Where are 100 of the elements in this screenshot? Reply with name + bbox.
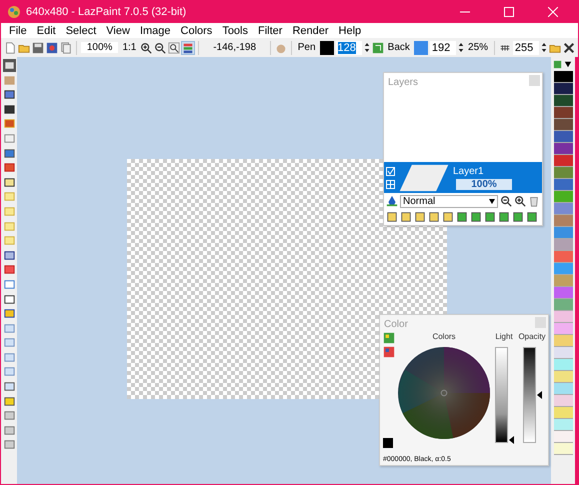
palette-swatch[interactable] (554, 95, 572, 107)
layer-tool-icon[interactable] (512, 211, 524, 223)
palette-swatch[interactable] (554, 119, 572, 131)
palette-swatch[interactable] (554, 71, 572, 83)
tool-icon[interactable] (2, 380, 16, 394)
layer-tool-icon[interactable] (386, 211, 398, 223)
palette-swatch[interactable] (554, 143, 572, 155)
layer-tool-icon[interactable] (470, 211, 482, 223)
palette-swatch[interactable] (554, 179, 572, 191)
palette-swatch[interactable] (554, 251, 572, 263)
palette-swatch[interactable] (554, 383, 572, 395)
tool-icon[interactable] (2, 307, 16, 320)
tool-icon[interactable] (2, 292, 16, 306)
palette-swatch[interactable] (554, 131, 572, 143)
palette-swatch[interactable] (554, 263, 572, 275)
tool-icon[interactable] (2, 263, 16, 276)
palette-swatch[interactable] (554, 323, 572, 335)
zoom-out-icon[interactable] (154, 42, 166, 54)
layer-tool-icon[interactable] (456, 211, 468, 223)
layer-opacity[interactable]: 100% (456, 178, 512, 190)
pen-color-swatch[interactable] (320, 40, 334, 54)
palette-swatch[interactable] (554, 191, 572, 203)
menu-item[interactable]: Tools (217, 24, 253, 36)
palette-swatch[interactable] (554, 335, 572, 347)
new-file-icon[interactable] (4, 42, 16, 54)
palette-swatch[interactable] (554, 239, 572, 251)
actual-size-button[interactable]: 1:1 (120, 42, 138, 53)
image-icon[interactable] (46, 42, 58, 54)
tool-icon[interactable] (2, 248, 16, 262)
zoom-fit-icon[interactable] (168, 42, 180, 54)
layer-tool-icon[interactable] (526, 211, 538, 223)
tool-icon[interactable] (2, 161, 16, 174)
current-color-swatch[interactable] (383, 438, 393, 448)
palette-swatch[interactable] (554, 431, 572, 443)
pen-label: Pen (296, 42, 317, 53)
close-icon[interactable] (563, 42, 576, 54)
layer-tool-icon[interactable] (414, 211, 426, 223)
copy-icon[interactable] (60, 42, 72, 54)
zoom-value: 100% (80, 42, 118, 53)
zoom-out-icon[interactable] (500, 195, 512, 207)
menu-item[interactable]: Colors (176, 24, 218, 36)
palette-icon[interactable] (383, 332, 395, 344)
menu-item[interactable]: Filter (253, 24, 288, 36)
palette-swatch[interactable] (554, 347, 572, 359)
palette-swatch[interactable] (554, 371, 572, 383)
menu-item[interactable]: Image (134, 24, 176, 36)
coordinates: -146,-198 (212, 42, 258, 53)
layer-tool-icon[interactable] (442, 211, 454, 223)
palette-swatch[interactable] (554, 287, 572, 299)
menu-item[interactable]: View (101, 24, 135, 36)
palette-swatch[interactable] (554, 311, 572, 323)
grid-icon (386, 180, 395, 188)
menu-item[interactable]: Help (334, 24, 366, 36)
palette-swatch[interactable] (554, 299, 572, 311)
layers-icon[interactable] (182, 42, 194, 54)
palette-swatch[interactable] (554, 155, 572, 167)
back-color-swatch[interactable] (414, 40, 428, 54)
palette-swatch[interactable] (554, 167, 572, 179)
pen-alpha-field[interactable]: 128 (336, 40, 362, 54)
menu-item[interactable]: Edit (32, 24, 61, 36)
layer-tool-icon[interactable] (498, 211, 510, 223)
drop-icon[interactable] (386, 195, 398, 207)
palette-swatch[interactable] (554, 215, 572, 227)
palette-swatch[interactable] (554, 83, 572, 95)
tool-icon[interactable] (2, 102, 16, 116)
maximize-icon[interactable] (504, 7, 514, 17)
palette-icon[interactable] (383, 346, 395, 358)
palette-swatch[interactable] (554, 443, 572, 455)
tool-icon[interactable] (2, 394, 16, 408)
palette-menu-icon[interactable] (553, 59, 573, 70)
palette-swatch[interactable] (554, 419, 572, 431)
layer-row[interactable]: Layer1 100% (384, 162, 542, 193)
zoom-in-icon[interactable] (514, 195, 526, 207)
zoom-in-icon[interactable] (140, 42, 152, 54)
menu-item[interactable]: File (4, 24, 32, 36)
menu-item[interactable]: Render (287, 24, 334, 36)
layer-tool-icon[interactable] (428, 211, 440, 223)
menu-item[interactable]: Select (60, 24, 102, 36)
back-alpha-field[interactable]: 192 (430, 40, 456, 54)
palette-swatch[interactable] (554, 407, 572, 419)
tool-icon[interactable] (2, 146, 16, 160)
tool-icon[interactable] (2, 176, 16, 189)
palette-swatch[interactable] (554, 227, 572, 239)
palette-swatch[interactable] (554, 107, 572, 119)
blend-mode-dropdown[interactable]: Normal (400, 194, 498, 208)
spin-arrows-icon[interactable] (540, 41, 548, 54)
layer-tool-icon[interactable] (484, 211, 496, 223)
visibility-checkbox[interactable] (386, 166, 395, 176)
alpha-field[interactable]: 255 (512, 40, 539, 54)
layer-tool-icon[interactable] (400, 211, 412, 223)
spin-arrows-icon[interactable] (364, 41, 370, 54)
tool-icon[interactable] (2, 59, 16, 72)
tool-icon[interactable] (2, 88, 16, 102)
palette-swatch[interactable] (554, 203, 572, 215)
palette-swatch[interactable] (554, 395, 572, 407)
spin-arrows-icon[interactable] (458, 41, 464, 54)
palette-swatch[interactable] (554, 359, 572, 371)
palette-swatch[interactable] (554, 275, 572, 287)
save-icon[interactable] (32, 42, 44, 54)
swap-colors-icon[interactable] (372, 42, 384, 54)
